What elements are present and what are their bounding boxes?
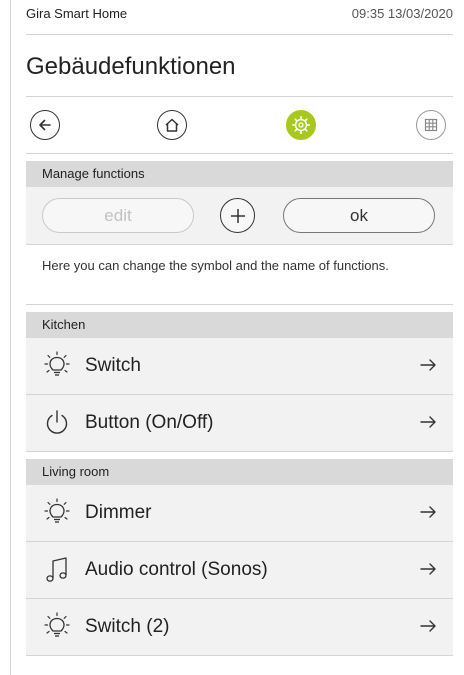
lightbulb-icon [44,351,70,376]
function-label: Button (On/Off) [85,412,214,433]
music-note-icon [46,557,67,582]
function-row-button-on-off[interactable]: Button (On/Off) [26,395,453,452]
function-row-switch[interactable]: Switch [26,338,453,395]
function-label: Switch (2) [85,616,170,637]
grid-button[interactable] [416,110,446,140]
home-icon [165,118,179,132]
arrow-right-icon [420,506,436,518]
app-name: Gira Smart Home [26,6,128,21]
arrow-right-icon [420,416,436,428]
arrow-right-icon [420,563,436,575]
grid-icon [424,118,438,132]
function-label: Dimmer [85,502,152,523]
main-content: Gira Smart Home 09:35 13/03/2020 Gebäude… [26,0,453,656]
home-button[interactable] [157,110,187,140]
section-header-kitchen: Kitchen [26,312,453,338]
power-icon [46,410,68,434]
clock: 09:35 13/03/2020 [351,6,453,21]
info-text: Here you can change the symbol and the n… [26,245,453,305]
lightbulb-icon [44,612,70,637]
add-function-button[interactable] [220,198,255,233]
plus-icon [230,208,245,223]
function-label: Switch [85,355,141,376]
page-title: Gebäudefunktionen [26,35,453,97]
back-button[interactable] [30,110,60,140]
left-divider [10,0,11,675]
ok-button[interactable]: ok [283,198,435,233]
manage-functions-header: Manage functions [26,161,453,187]
manage-functions-panel: edit ok [26,187,453,245]
function-label: Audio control (Sonos) [85,559,268,580]
section-header-living-room: Living room [26,459,453,485]
arrow-right-icon [420,359,436,371]
back-arrow-icon [39,119,51,131]
app-window: Gira Smart Home 09:35 13/03/2020 Gebäude… [0,0,464,675]
lightbulb-icon [44,498,70,523]
function-row-switch-2[interactable]: Switch (2) [26,599,453,656]
toolbar [26,97,453,154]
function-row-dimmer[interactable]: Dimmer [26,485,453,542]
function-row-audio-control[interactable]: Audio control (Sonos) [26,542,453,599]
settings-gear-icon [291,115,311,135]
status-bar: Gira Smart Home 09:35 13/03/2020 [26,0,453,35]
edit-button[interactable]: edit [42,198,194,233]
settings-button[interactable] [286,110,316,140]
arrow-right-icon [420,620,436,632]
